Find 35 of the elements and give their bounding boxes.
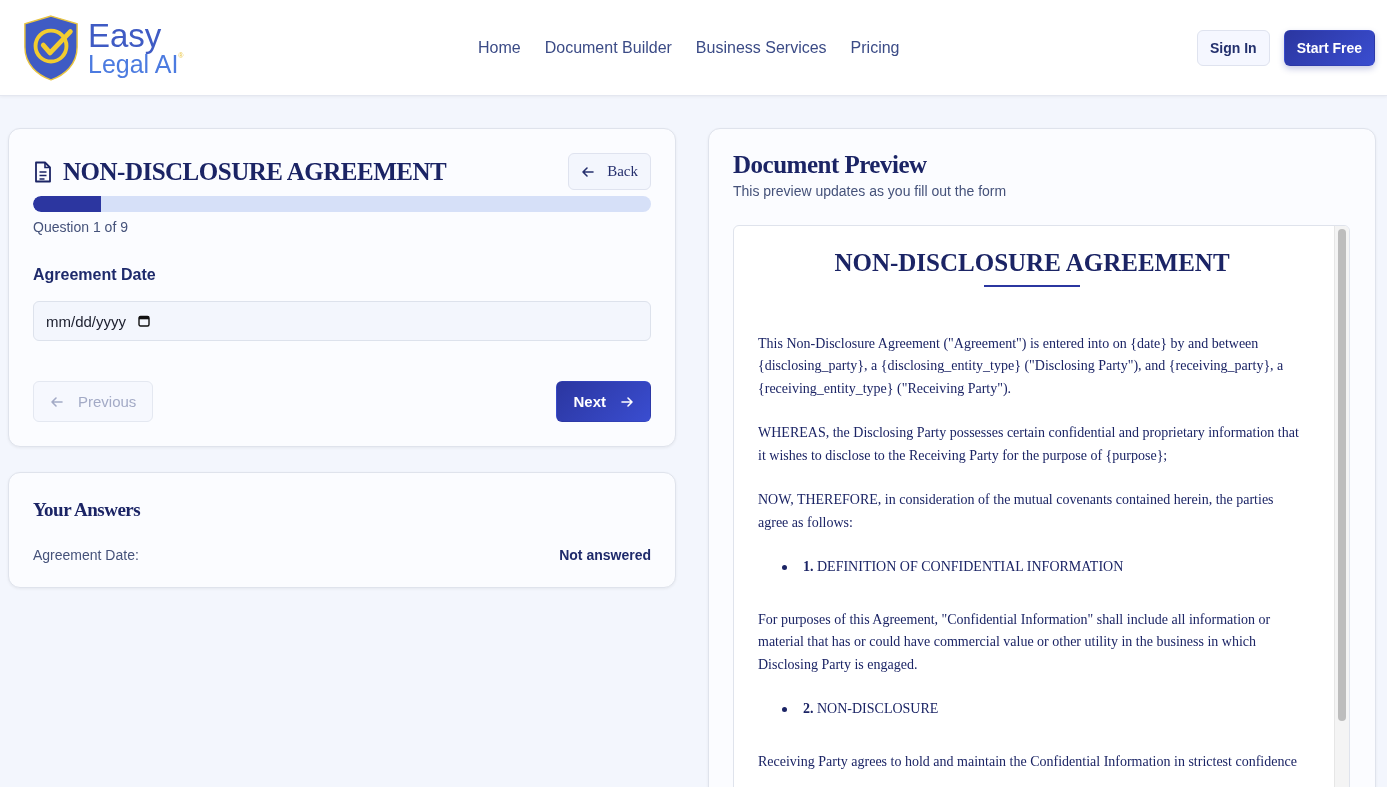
answer-value: Not answered: [559, 547, 651, 563]
section-heading: 2. NON-DISCLOSURE: [803, 700, 939, 718]
bullet-dot: [782, 706, 787, 712]
calendar-icon: [138, 315, 150, 327]
agreement-paragraph: NOW, THEREFORE, in consideration of the mutual covenants contained herein, the parties agree as follows:: [758, 491, 1275, 532]
bullet-dot: [782, 564, 787, 570]
shield-check-logo-icon: [22, 13, 80, 82]
arrow-left-icon: [581, 164, 596, 179]
answers-title: Your Answers: [33, 499, 142, 521]
document-icon: [33, 160, 53, 183]
preview-subtitle: This preview updates as you fill out the form: [733, 183, 1008, 199]
agreement-paragraph: For purposes of this Agreement, "Confidential Information" shall include all information or material that has or could have commercial value or other utility in the business in which Disclosing Party is engaged.: [758, 610, 1272, 674]
agreement-paragraph: This Non-Disclosure Agreement ("Agreement") is entered into on {date} by and between {disclosing_party}, a {disclosing_entity_type} ("Disclosing Party"), and {receiving_party}, a {receiving_entity_type} ("Receiving Party").: [758, 334, 1285, 398]
arrow-right-icon: [620, 394, 634, 409]
date-field[interactable]: mm/dd/yyyy: [33, 301, 651, 341]
nav-link[interactable]: Document Builder: [544, 38, 672, 57]
nav-link[interactable]: Business Services: [695, 38, 827, 57]
nav-link[interactable]: Pricing: [850, 38, 900, 57]
sign-in-button[interactable]: Sign In: [1196, 29, 1270, 66]
document-title: NON-DISCLOSURE AGREEMENT: [63, 157, 447, 186]
preview-title: Document Preview: [733, 151, 928, 179]
agreement-paragraph: Receiving Party agrees to hold and maintain the Confidential Information in strictest confidence: [758, 752, 1298, 771]
answer-label: Agreement Date:: [33, 547, 139, 563]
section-heading: 1. DEFINITION OF CONFIDENTIAL INFORMATION: [803, 558, 1124, 576]
start-free-button[interactable]: Start Free: [1283, 29, 1375, 66]
next-button[interactable]: Next: [556, 381, 651, 422]
logo-text: Easy: [88, 18, 163, 52]
back-button[interactable]: Back: [568, 153, 651, 190]
scrollbar[interactable]: [1334, 226, 1349, 787]
question-counter: Question 1 of 9: [33, 219, 128, 235]
nav-link[interactable]: Home: [478, 38, 521, 57]
agreement-paragraph: WHEREAS, the Disclosing Party possesses certain confidential and proprietary information that it wishes to disclose to the Receiving Party for the purpose of {purpose};: [758, 424, 1300, 465]
arrow-left-icon: [50, 394, 64, 409]
agreement-title: NON-DISCLOSURE AGREEMENT: [833, 252, 1231, 275]
question-label: Agreement Date: [33, 266, 156, 284]
